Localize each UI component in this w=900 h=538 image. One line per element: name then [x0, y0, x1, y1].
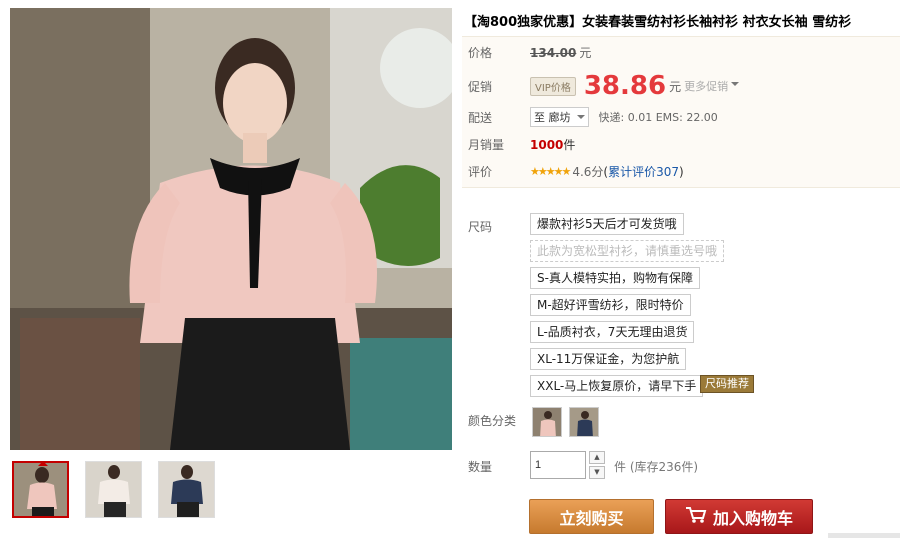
- more-promos-text: 更多促销: [684, 80, 729, 93]
- down-arrow-icon[interactable]: ▼: [589, 466, 605, 479]
- original-price-unit: 元: [579, 46, 592, 60]
- promo-label: 促销: [468, 79, 493, 94]
- region-select[interactable]: 至 廊坊: [530, 107, 589, 127]
- original-price: 134.00: [530, 45, 577, 60]
- promo-price-unit: 元: [669, 79, 682, 94]
- size-option[interactable]: XL-11万保证金，为您护航: [530, 348, 687, 370]
- promo-price: 38.86: [583, 71, 667, 101]
- add-to-cart-label: 加入购物车: [712, 508, 793, 528]
- color-label-row: 颜色分类: [468, 412, 530, 429]
- quantity-label-row: 数量: [468, 458, 530, 475]
- shipping-fees: 快递: 0.01 EMS: 22.00: [598, 111, 718, 124]
- rating-row: 评价 ★★★★★ 4.6分 ( 累计评价307 ): [468, 163, 684, 180]
- stock-info: 件 (库存236件): [614, 458, 698, 475]
- rating-score: 4.6分: [572, 165, 604, 179]
- color-swatch-navy[interactable]: [569, 407, 599, 437]
- add-to-cart-button[interactable]: 加入购物车: [665, 499, 813, 534]
- caret-down-icon: [576, 115, 585, 123]
- size-label: 尺码: [468, 220, 493, 234]
- quantity-input[interactable]: [530, 451, 586, 479]
- price-label: 价格: [468, 46, 493, 60]
- up-arrow-icon[interactable]: ▲: [589, 451, 605, 464]
- size-option[interactable]: XXL-马上恢复原价，请早下手: [530, 375, 704, 397]
- thumbnail-2[interactable]: [85, 461, 142, 518]
- monthly-sales-count: 1000: [530, 137, 564, 152]
- vip-price-tag: VIP价格: [530, 76, 576, 96]
- shipping-label: 配送: [468, 110, 493, 125]
- stock-count: (库存236件): [629, 460, 699, 474]
- rating-stars: ★★★★★: [530, 165, 571, 178]
- size-option[interactable]: M-超好评雪纺衫，限时特价: [530, 294, 691, 316]
- monthly-sales-label: 月销量: [468, 138, 505, 152]
- size-option[interactable]: S-真人模特实拍，购物有保障: [530, 267, 700, 289]
- thumbnail-1[interactable]: [12, 461, 69, 518]
- thumbnail-3[interactable]: [158, 461, 215, 518]
- scrollbar[interactable]: [828, 533, 900, 538]
- review-close-paren: ): [679, 164, 684, 179]
- monthly-sales-row: 月销量 1000 件: [468, 136, 575, 153]
- main-product-image[interactable]: [10, 8, 452, 450]
- buy-now-button[interactable]: 立刻购买: [529, 499, 654, 534]
- monthly-sales-unit: 件: [563, 138, 576, 152]
- region-value: 至 廊坊: [534, 111, 571, 124]
- product-page: 【淘800独家优惠】女装春装雪纺衬衫长袖衬衫 衬衣女长袖 雪纺衫 价格 134.…: [0, 0, 900, 538]
- review-count-link[interactable]: 累计评价307: [608, 163, 679, 180]
- shipping-row: 配送 至 廊坊 快递: 0.01 EMS: 22.00: [468, 107, 718, 127]
- size-option-disabled: 此款为宽松型衬衫，请慎重选号哦: [530, 240, 725, 262]
- rating-label: 评价: [468, 165, 493, 179]
- size-recommend-button[interactable]: 尺码推荐: [700, 375, 754, 393]
- quantity-label: 数量: [468, 460, 493, 474]
- caret-down-icon: [731, 82, 740, 90]
- color-label: 颜色分类: [468, 414, 517, 428]
- size-option[interactable]: 爆款衬衫5天后才可发货哦: [530, 213, 684, 235]
- quantity-unit: 件: [614, 460, 627, 474]
- more-promos-link[interactable]: 更多促销: [684, 78, 740, 94]
- promo-price-row: 促销 VIP价格 38.86 元 更多促销: [468, 71, 740, 101]
- thumbnail-strip: [12, 461, 215, 518]
- size-option[interactable]: L-品质衬衣，7天无理由退货: [530, 321, 695, 343]
- size-label-row: 尺码: [468, 218, 530, 235]
- original-price-row: 价格 134.00 元: [468, 44, 591, 61]
- color-swatch-pink[interactable]: [532, 407, 562, 437]
- cart-icon: [685, 506, 707, 528]
- product-title: 【淘800独家优惠】女装春装雪纺衬衫长袖衬衫 衬衣女长袖 雪纺衫: [464, 15, 852, 30]
